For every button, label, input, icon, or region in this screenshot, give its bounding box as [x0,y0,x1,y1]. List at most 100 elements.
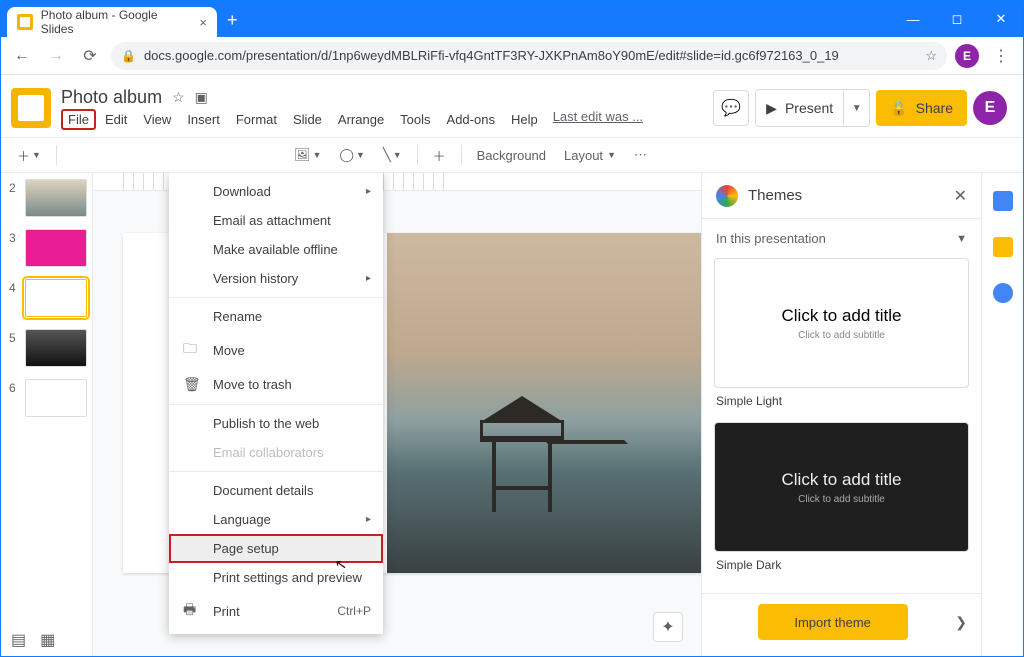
file-menu-move[interactable]: 🗀Move [169,331,383,369]
menu-item-label: Language [213,512,271,527]
menu-tools[interactable]: Tools [393,109,437,130]
menu-slide[interactable]: Slide [286,109,329,130]
file-menu-page-setup[interactable]: Page setup↖ [169,534,383,563]
slide-thumb[interactable]: 4 [9,279,88,317]
new-tab-button[interactable]: + [217,6,248,37]
slide-canvas-area: Long Beach 6:28am ✦ Download▸Email as at… [93,173,701,656]
window-maximize-button[interactable]: ◻ [935,1,979,37]
filmstrip-view-icon[interactable]: ▦ [40,630,55,650]
calendar-icon[interactable] [993,191,1013,211]
present-icon: ▶ [766,100,777,117]
tasks-icon[interactable] [993,283,1013,303]
lifeguard-tower-graphic [474,392,584,512]
slide-thumb[interactable]: 6 [9,379,88,417]
browser-profile-avatar[interactable]: E [955,44,979,68]
last-edit-link[interactable]: Last edit was ... [553,109,643,130]
menu-file[interactable]: File [61,109,96,130]
file-menu-print-settings-and-preview[interactable]: Print settings and preview [169,563,383,592]
window-controls: — ◻ ✕ [891,1,1023,37]
star-document-icon[interactable]: ☆ [172,89,185,106]
menu-item-label: Rename [213,309,262,324]
window-close-button[interactable]: ✕ [979,1,1023,37]
close-tab-icon[interactable]: × [199,15,207,30]
document-title[interactable]: Photo album [61,87,162,108]
file-menu-move-to-trash[interactable]: 🗑 Move to trash [169,369,383,400]
slides-favicon [17,14,33,30]
url-text: docs.google.com/presentation/d/1np6weydM… [144,48,839,63]
menu-item-label: Document details [213,483,313,498]
file-menu-document-details[interactable]: Document details [169,476,383,505]
file-menu-version-history[interactable]: Version history▸ [169,264,383,293]
layout-button[interactable]: Layout▼ [558,144,622,167]
new-slide-button[interactable]: ＋▼ [11,142,47,169]
menu-item-label: Email collaborators [213,445,324,460]
toolbar: ＋▼ 🖼▼ ◯▼ ╲▼ ＋ Background Layout▼ ⋯ [1,137,1023,173]
open-comments-button[interactable]: 💬 [713,90,749,126]
shortcut-label: Ctrl+P [337,604,371,618]
theme-option-simple-light[interactable]: Click to add title Click to add subtitle [714,258,969,388]
menu-edit[interactable]: Edit [98,109,134,130]
file-menu-rename[interactable]: Rename [169,302,383,331]
address-bar[interactable]: 🔒 docs.google.com/presentation/d/1np6wey… [111,42,947,70]
shape-button[interactable]: ◯▼ [333,143,370,167]
themes-section-toggle[interactable]: In this presentation ▼ [702,219,981,254]
window-minimize-button[interactable]: — [891,1,935,37]
themes-section-label: In this presentation [716,231,826,246]
menu-insert[interactable]: Insert [180,109,227,130]
theme-name-label: Simple Light [716,394,969,408]
slide-number: 5 [9,329,19,367]
move-document-icon[interactable]: ▣ [195,89,208,106]
background-button[interactable]: Background [471,144,552,167]
browser-tab[interactable]: Photo album - Google Slides × [7,7,217,37]
present-button[interactable]: ▶ Present [756,90,843,126]
slide-thumb[interactable]: 2 [9,179,88,217]
menu-item-label: Move to trash [213,377,292,392]
file-menu-language[interactable]: Language▸ [169,505,383,534]
menu-item-label: Make available offline [213,242,338,257]
slide-image[interactable] [387,233,701,573]
account-avatar[interactable]: E [973,91,1007,125]
file-menu-download[interactable]: Download▸ [169,177,383,206]
present-options-button[interactable]: ▼ [843,90,869,126]
next-theme-page-button[interactable]: ❯ [955,614,967,631]
menu-item-label: Print [213,604,240,619]
theme-sample-title: Click to add title [782,306,902,326]
share-label: Share [916,100,953,116]
menu-format[interactable]: Format [229,109,284,130]
forward-button[interactable]: → [43,43,69,69]
slide-filmstrip: 2 3 4 5 6 ▤ ▦ [1,173,93,656]
side-panel [981,173,1023,656]
share-button[interactable]: 🔒 Share [876,90,967,126]
slide-thumb[interactable]: 5 [9,329,88,367]
image-button[interactable]: 🖼▼ [288,143,327,167]
close-themes-icon[interactable]: ✕ [954,186,967,206]
grid-view-icon[interactable]: ▤ [11,630,26,650]
trash-icon: 🗑 [183,376,201,393]
import-theme-button[interactable]: Import theme [758,604,908,640]
lock-icon: 🔒 [121,49,136,63]
menu-add-ons[interactable]: Add-ons [440,109,502,130]
theme-name-label: Simple Dark [716,558,969,572]
browser-menu-button[interactable]: ⋮ [987,46,1015,66]
slide-number: 2 [9,179,19,217]
more-toolbar-button[interactable]: ⋯ [628,143,653,167]
back-button[interactable]: ← [9,43,35,69]
file-menu-publish-to-the-web[interactable]: Publish to the web [169,409,383,438]
theme-option-simple-dark[interactable]: Click to add title Click to add subtitle [714,422,969,552]
line-button[interactable]: ╲▼ [377,143,408,167]
reload-button[interactable]: ⟳ [77,43,103,69]
present-button-group: ▶ Present ▼ [755,89,870,127]
comment-button[interactable]: ＋ [427,142,452,169]
slides-logo-icon[interactable] [11,88,51,128]
file-menu-make-available-offline[interactable]: Make available offline [169,235,383,264]
slide-thumb[interactable]: 3 [9,229,88,267]
file-menu-print[interactable]: 🖶PrintCtrl+P [169,592,383,630]
menu-arrange[interactable]: Arrange [331,109,391,130]
menu-help[interactable]: Help [504,109,545,130]
keep-icon[interactable] [993,237,1013,257]
tab-title: Photo album - Google Slides [41,8,192,36]
explore-button[interactable]: ✦ [653,612,683,642]
menu-view[interactable]: View [136,109,178,130]
star-icon[interactable]: ☆ [925,48,937,64]
file-menu-email-as-attachment[interactable]: Email as attachment [169,206,383,235]
